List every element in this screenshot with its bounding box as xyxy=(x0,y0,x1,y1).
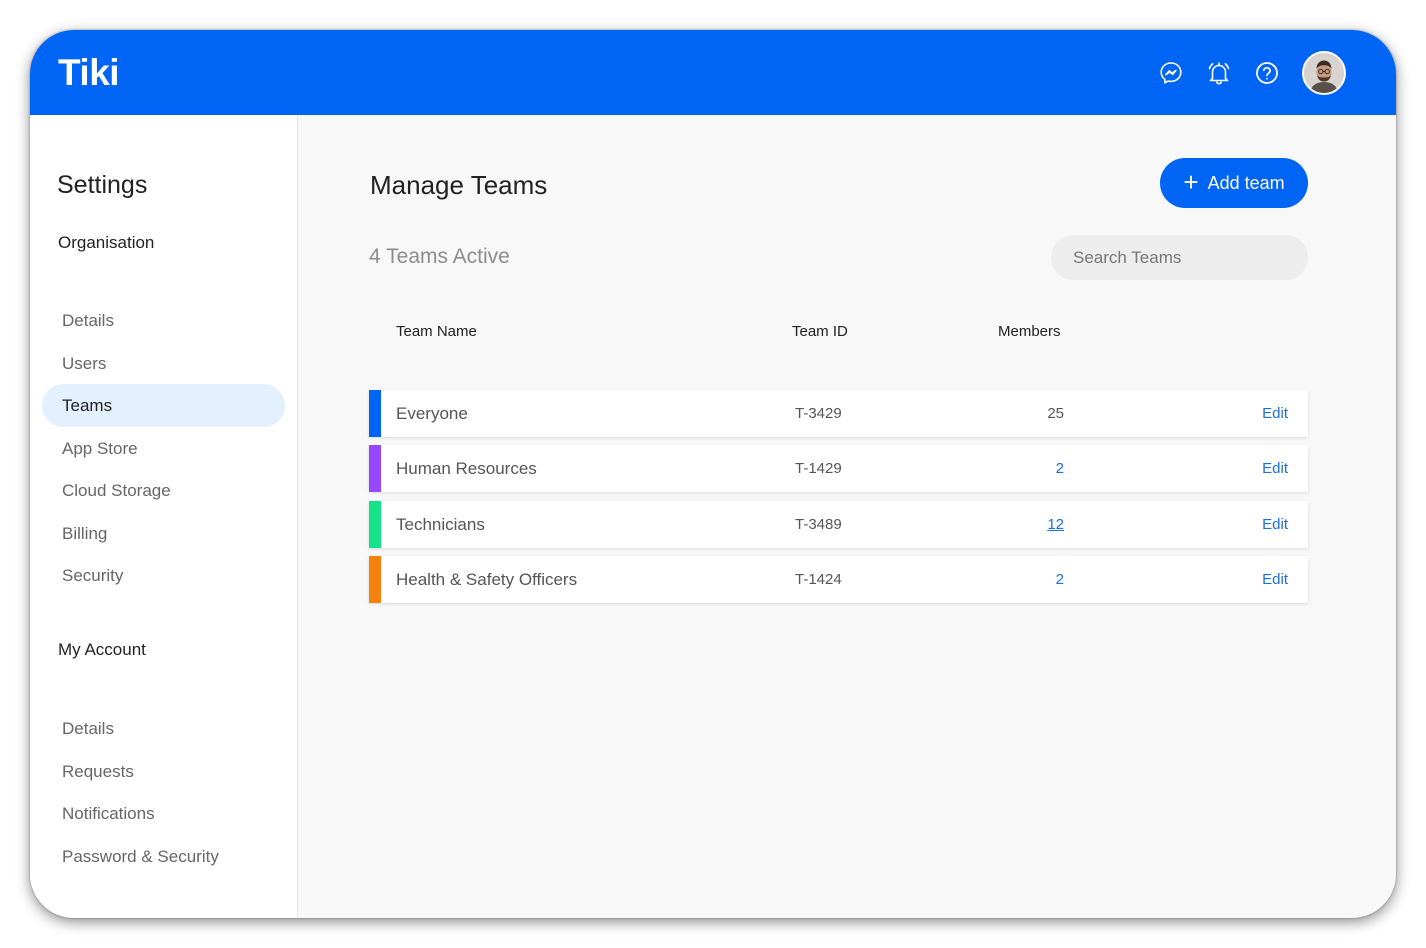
sidebar-item-security[interactable]: Security xyxy=(42,554,285,597)
edit-team-link[interactable]: Edit xyxy=(1262,501,1288,548)
team-row[interactable]: Everyone T-3429 25 Edit xyxy=(369,390,1308,437)
sidebar-title: Settings xyxy=(57,171,148,199)
sidebar-item-app-store[interactable]: App Store xyxy=(42,427,285,470)
section-title-my-account: My Account xyxy=(58,640,146,659)
team-id: T-1424 xyxy=(795,571,842,588)
column-header-team-name: Team Name xyxy=(396,323,477,340)
header-actions xyxy=(1136,50,1346,95)
sidebar-item-org-details[interactable]: Details xyxy=(42,299,285,342)
team-id: T-3489 xyxy=(795,516,842,533)
sidebar-item-requests[interactable]: Requests xyxy=(42,750,285,793)
team-color-bar xyxy=(369,445,381,492)
messenger-icon[interactable] xyxy=(1158,60,1184,86)
team-members-count: 25 xyxy=(1047,405,1064,422)
plus-icon: + xyxy=(1183,167,1199,197)
add-team-button[interactable]: + Add team xyxy=(1160,158,1308,208)
sidebar-item-notifications[interactable]: Notifications xyxy=(42,792,285,835)
bell-icon[interactable] xyxy=(1206,60,1232,86)
team-color-bar xyxy=(369,556,381,603)
team-row[interactable]: Health & Safety Officers T-1424 2 Edit xyxy=(369,556,1308,603)
sidebar-item-users[interactable]: Users xyxy=(42,342,285,385)
help-icon[interactable] xyxy=(1254,60,1280,86)
main-content: Manage Teams + Add team 4 Teams Active T… xyxy=(299,115,1396,918)
team-row[interactable]: Technicians T-3489 12 Edit xyxy=(369,501,1308,548)
team-members-link[interactable]: 2 xyxy=(1056,556,1064,603)
team-name: Everyone xyxy=(396,403,468,423)
team-id: T-3429 xyxy=(795,405,842,422)
team-members-link[interactable]: 2 xyxy=(1056,445,1064,492)
top-bar: Tiki xyxy=(30,30,1396,115)
team-name: Technicians xyxy=(396,514,485,534)
user-avatar[interactable] xyxy=(1302,50,1346,95)
sidebar-item-account-details[interactable]: Details xyxy=(42,707,285,750)
team-color-bar xyxy=(369,390,381,437)
sidebar-item-teams[interactable]: Teams xyxy=(42,384,285,427)
team-members-link[interactable]: 12 xyxy=(1047,501,1064,548)
sidebar-item-password-security[interactable]: Password & Security xyxy=(42,835,285,878)
team-color-bar xyxy=(369,501,381,548)
team-id: T-1429 xyxy=(795,460,842,477)
settings-sidebar: Settings Organisation Details Users Team… xyxy=(30,115,298,918)
search-input[interactable] xyxy=(1073,247,1294,268)
app-logo[interactable]: Tiki xyxy=(58,52,120,94)
app-window: Tiki Settings Organisation Details Users… xyxy=(30,30,1396,918)
add-team-label: Add team xyxy=(1207,172,1285,193)
section-title-organisation: Organisation xyxy=(58,233,155,252)
search-bar xyxy=(1051,235,1308,280)
team-row[interactable]: Human Resources T-1429 2 Edit xyxy=(369,445,1308,492)
sidebar-item-cloud-storage[interactable]: Cloud Storage xyxy=(42,469,285,512)
column-header-team-id: Team ID xyxy=(792,323,848,340)
page-title: Manage Teams xyxy=(370,170,548,200)
column-header-members: Members xyxy=(998,323,1061,340)
edit-team-link[interactable]: Edit xyxy=(1262,390,1288,437)
edit-team-link[interactable]: Edit xyxy=(1262,445,1288,492)
sidebar-item-billing[interactable]: Billing xyxy=(42,512,285,555)
team-name: Health & Safety Officers xyxy=(396,569,578,589)
teams-active-count: 4 Teams Active xyxy=(369,245,510,268)
edit-team-link[interactable]: Edit xyxy=(1262,556,1288,603)
team-name: Human Resources xyxy=(396,458,537,478)
